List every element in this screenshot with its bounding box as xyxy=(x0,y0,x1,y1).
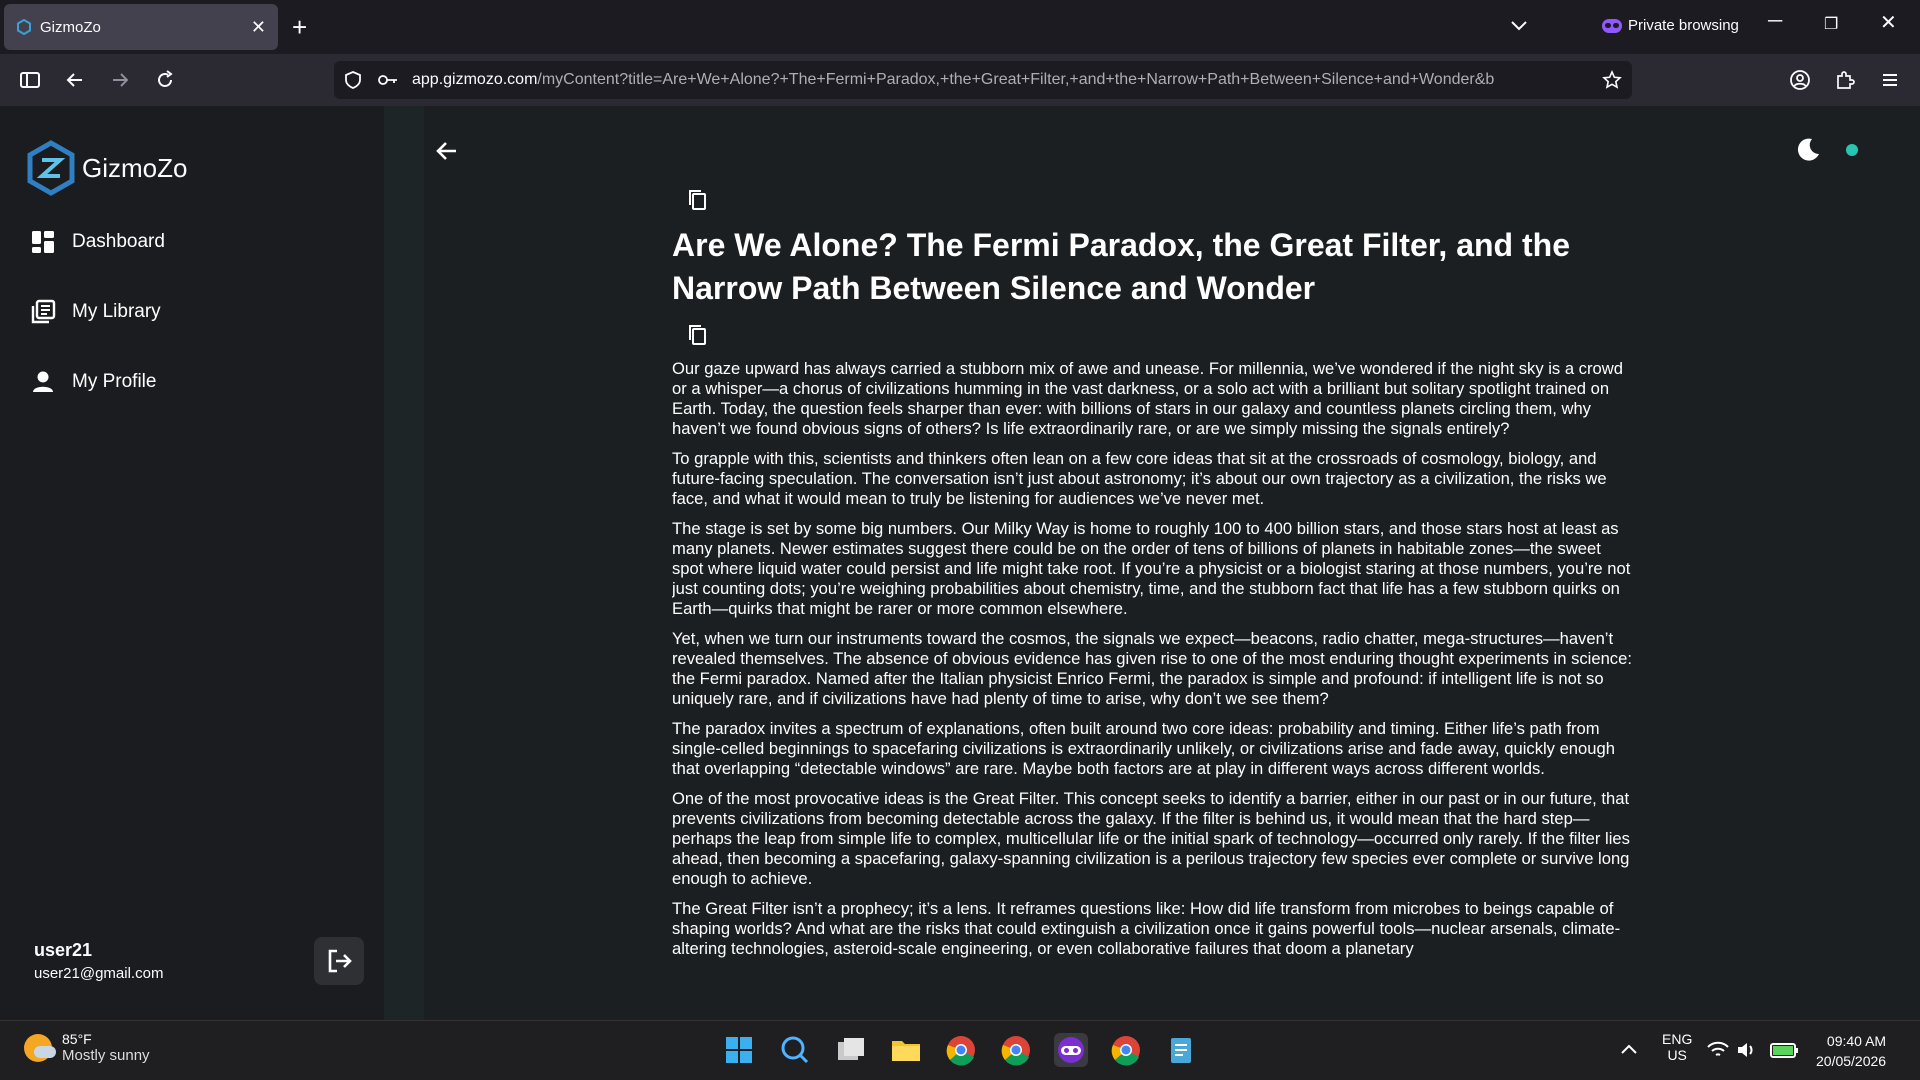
windows-taskbar: 85°F Mostly sunny ENG US 09:40 AM 20/05/… xyxy=(0,1020,1920,1080)
article-paragraph: To grapple with this, scientists and thi… xyxy=(672,449,1607,508)
new-tab-button[interactable]: + xyxy=(292,12,307,43)
restore-icon[interactable]: ❐ xyxy=(1824,14,1838,34)
content-gutter xyxy=(384,106,424,1020)
shield-icon[interactable] xyxy=(344,70,362,90)
copy-title-icon[interactable] xyxy=(686,188,708,212)
account-button[interactable] xyxy=(1786,66,1814,94)
language-code: ENG xyxy=(1662,1031,1693,1047)
back-arrow-icon[interactable] xyxy=(434,138,460,164)
sidebar-item-my-profile[interactable]: My Profile xyxy=(30,369,156,395)
weather-temperature: 85°F xyxy=(62,1031,92,1047)
article-body: Our gaze upward has always carried a stu… xyxy=(672,359,1632,1020)
main-content: Are We Alone? The Fermi Paradox, the Gre… xyxy=(384,106,1920,1020)
sidebar-item-my-library[interactable]: My Library xyxy=(30,299,161,325)
gizmozo-logo-icon xyxy=(27,140,75,196)
chevron-down-icon[interactable] xyxy=(1508,14,1530,36)
arrow-right-icon xyxy=(113,73,129,87)
partly-sunny-icon xyxy=(24,1033,56,1062)
tab-bar: GizmoZo ✕ + Private browsing ─ ❐ ✕ xyxy=(0,0,1920,54)
arrow-left-icon xyxy=(66,73,82,87)
task-view-icon[interactable] xyxy=(834,1033,868,1067)
tab-title: GizmoZo xyxy=(40,18,101,36)
chrome-icon[interactable] xyxy=(944,1033,978,1067)
private-mask-icon xyxy=(1602,18,1622,33)
private-browsing-indicator: Private browsing xyxy=(1602,17,1739,34)
url-text[interactable]: app.gizmozo.com/myContent?title=Are+We+A… xyxy=(412,71,1602,89)
language-indicator[interactable]: ENG US xyxy=(1662,1031,1692,1063)
weather-widget[interactable]: 85°F Mostly sunny xyxy=(24,1031,150,1064)
url-path: /myContent?title=Are+We+Alone?+The+Fermi… xyxy=(537,71,1495,88)
sidebar-item-label: My Library xyxy=(72,301,161,322)
sidebar-item-dashboard[interactable]: Dashboard xyxy=(30,229,165,255)
private-browsing-label: Private browsing xyxy=(1628,17,1739,34)
weather-condition: Mostly sunny xyxy=(62,1047,150,1064)
status-indicator xyxy=(1846,144,1858,156)
moon-icon[interactable] xyxy=(1794,136,1822,164)
article-paragraph: The stage is set by some big numbers. Ou… xyxy=(672,519,1631,618)
browser-tab[interactable]: GizmoZo ✕ xyxy=(4,4,278,50)
reload-icon xyxy=(158,70,173,87)
puzzle-icon xyxy=(1837,71,1855,89)
sidebar-toggle-button[interactable] xyxy=(16,66,44,94)
url-host: app.gizmozo.com xyxy=(412,71,538,88)
article-title: Are We Alone? The Fermi Paradox, the Gre… xyxy=(672,227,1570,306)
forward-button[interactable] xyxy=(106,66,134,94)
logout-icon xyxy=(328,949,352,973)
sidebar-icon xyxy=(20,72,40,88)
sidebar-item-label: Dashboard xyxy=(72,231,165,252)
chrome-profile-icon[interactable] xyxy=(999,1033,1033,1067)
notepad-icon[interactable] xyxy=(1164,1033,1198,1067)
copy-body-icon[interactable] xyxy=(686,323,708,347)
battery-icon[interactable] xyxy=(1768,1033,1802,1067)
gizmozo-favicon-icon xyxy=(17,19,31,35)
back-button[interactable] xyxy=(61,66,89,94)
minimize-icon[interactable]: ─ xyxy=(1768,10,1782,33)
brand-name: GizmoZo xyxy=(82,152,188,183)
hamburger-menu-icon xyxy=(1883,74,1897,86)
dashboard-icon xyxy=(32,231,54,253)
clock-date: 20/05/2026 xyxy=(1816,1053,1887,1069)
firefox-private-icon[interactable] xyxy=(1054,1033,1088,1067)
bookmark-star-icon[interactable] xyxy=(1602,70,1622,90)
region-code: US xyxy=(1667,1047,1687,1063)
account-icon xyxy=(1790,70,1810,90)
close-tab-icon[interactable]: ✕ xyxy=(251,17,266,38)
wifi-volume-icon[interactable] xyxy=(1704,1033,1764,1067)
article-paragraph: The Great Filter isn’t a prophecy; it’s … xyxy=(672,899,1621,958)
search-icon[interactable] xyxy=(778,1033,812,1067)
navigation-toolbar: app.gizmozo.com/myContent?title=Are+We+A… xyxy=(0,54,1920,106)
window-close-icon[interactable]: ✕ xyxy=(1880,10,1897,35)
user-info: user21 user21@gmail.com xyxy=(34,940,163,982)
sidebar-item-label: My Profile xyxy=(72,371,157,392)
article-paragraph: Yet, when we turn our instruments toward… xyxy=(672,629,1632,708)
person-icon xyxy=(33,371,53,392)
article-paragraph: The paradox invites a spectrum of explan… xyxy=(672,719,1615,778)
chevron-up-icon[interactable] xyxy=(1612,1033,1646,1067)
library-icon xyxy=(31,299,56,324)
user-email: user21@gmail.com xyxy=(34,965,164,982)
system-clock[interactable]: 09:40 AM 20/05/2026 xyxy=(1816,1031,1886,1071)
article-paragraph: Our gaze upward has always carried a stu… xyxy=(672,359,1623,438)
windows-start-icon[interactable] xyxy=(722,1033,756,1067)
user-name: user21 xyxy=(34,940,93,960)
extensions-button[interactable] xyxy=(1831,66,1859,94)
key-icon[interactable] xyxy=(378,73,398,87)
chrome-alt-icon[interactable] xyxy=(1109,1033,1143,1067)
logout-button[interactable] xyxy=(314,937,364,985)
app-sidebar: GizmoZo Dashboard My Library My Profile … xyxy=(0,106,384,1020)
file-explorer-icon[interactable] xyxy=(889,1033,923,1067)
reload-button[interactable] xyxy=(151,66,179,94)
menu-button[interactable] xyxy=(1876,66,1904,94)
clock-time: 09:40 AM xyxy=(1826,1033,1887,1049)
brand-logo[interactable]: GizmoZo xyxy=(26,140,187,196)
address-bar[interactable]: app.gizmozo.com/myContent?title=Are+We+A… xyxy=(334,61,1632,99)
article-paragraph: One of the most provocative ideas is the… xyxy=(672,789,1630,888)
